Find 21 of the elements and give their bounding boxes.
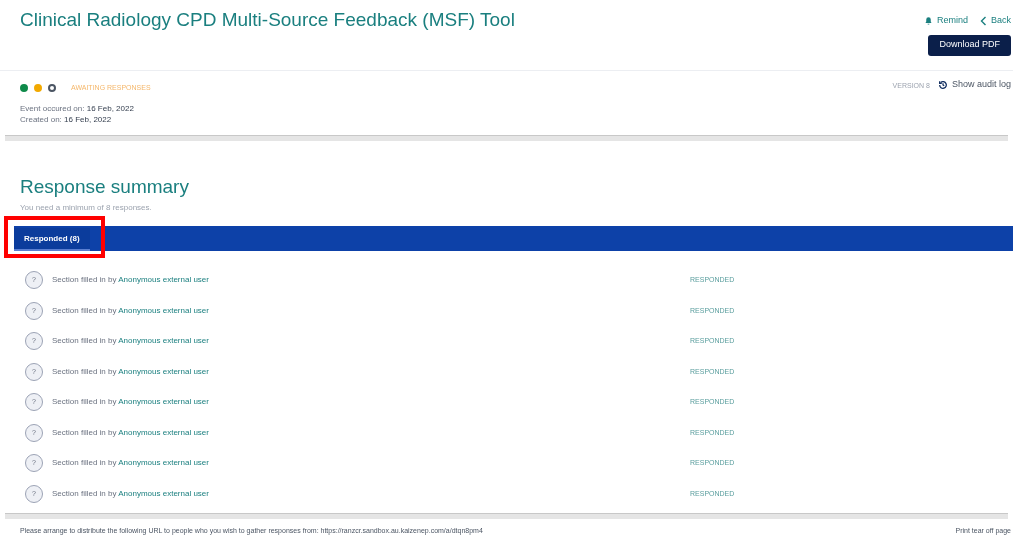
response-text: Section filled in by Anonymous external user <box>52 457 210 470</box>
response-text: Section filled in by Anonymous external user <box>52 487 210 500</box>
remind-link[interactable]: Remind <box>923 14 968 28</box>
response-text: Section filled in by Anonymous external user <box>52 365 210 378</box>
page-title: Clinical Radiology CPD Multi-Source Feedback (MSF) Tool <box>20 8 515 32</box>
response-text: Section filled in by Anonymous external user <box>52 335 210 348</box>
bell-icon <box>923 15 933 26</box>
event-date: Event occured on: 16 Feb, 2022 <box>20 102 135 114</box>
response-text: Section filled in by Anonymous external user <box>52 396 210 409</box>
download-pdf-button[interactable]: Download PDF <box>928 34 1011 56</box>
response-text: Section filled in by Anonymous external user <box>52 304 210 317</box>
created-date: Created on: 16 Feb, 2022 <box>20 113 113 125</box>
minimum-note: You need a minimum of 8 responses. <box>20 202 153 214</box>
history-icon <box>937 79 948 90</box>
tab[interactable]: Responded (8) <box>14 228 90 251</box>
chevron-left-icon <box>980 15 987 26</box>
response-text: Section filled in by Anonymous external user <box>52 426 210 439</box>
back-link[interactable]: Back <box>980 14 1011 28</box>
audit-log-link[interactable]: Show audit log <box>937 78 1011 92</box>
section-heading: Response summary <box>20 175 190 199</box>
response-text: Section filled in by Anonymous external user <box>52 274 210 287</box>
